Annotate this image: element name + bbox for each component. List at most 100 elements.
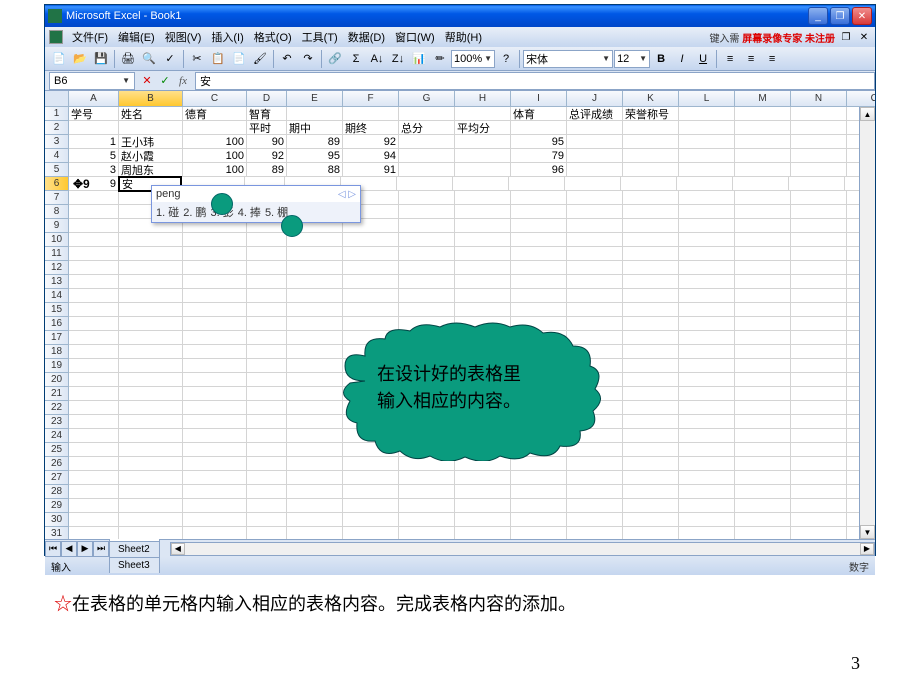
cell[interactable] <box>247 373 287 387</box>
redo-button[interactable]: ↷ <box>298 49 318 69</box>
cell[interactable] <box>623 317 679 331</box>
cell[interactable] <box>247 527 287 539</box>
zoom-combo[interactable]: 100%▼ <box>451 50 495 68</box>
confirm-entry-button[interactable]: ✓ <box>157 73 173 89</box>
cell[interactable] <box>343 527 399 539</box>
doc-close-button[interactable]: ✕ <box>857 30 871 44</box>
cell[interactable] <box>183 331 247 345</box>
cell[interactable] <box>511 485 567 499</box>
cell[interactable] <box>119 359 183 373</box>
cell[interactable] <box>399 191 455 205</box>
cell[interactable] <box>567 513 623 527</box>
cell[interactable] <box>455 135 511 149</box>
help-button[interactable]: ? <box>496 49 516 69</box>
cell[interactable] <box>791 415 847 429</box>
cell[interactable]: 96 <box>511 163 567 177</box>
cell[interactable] <box>679 527 735 539</box>
cell[interactable] <box>69 373 119 387</box>
column-header[interactable]: K <box>623 91 679 107</box>
cell[interactable]: 90 <box>247 135 287 149</box>
cell[interactable] <box>735 317 791 331</box>
cell[interactable] <box>183 527 247 539</box>
cell[interactable] <box>567 191 623 205</box>
cell[interactable] <box>119 471 183 485</box>
cell[interactable] <box>623 485 679 499</box>
cell[interactable] <box>791 247 847 261</box>
column-header[interactable]: G <box>399 91 455 107</box>
cell[interactable] <box>623 373 679 387</box>
row-header[interactable]: 4 <box>45 149 69 163</box>
cell[interactable] <box>735 135 791 149</box>
next-sheet-button[interactable]: ▶ <box>77 541 93 557</box>
cell[interactable] <box>735 331 791 345</box>
fx-button[interactable]: fx <box>175 73 191 89</box>
cell[interactable] <box>509 177 565 191</box>
cell[interactable]: 1 <box>69 135 119 149</box>
cell[interactable] <box>623 121 679 135</box>
cell[interactable] <box>183 429 247 443</box>
cell[interactable] <box>567 163 623 177</box>
doc-restore-button[interactable]: ❐ <box>839 30 853 44</box>
spreadsheet-grid[interactable]: ABCDEFGHIJKLMNO 123456789101112131415161… <box>45 91 875 539</box>
cell[interactable] <box>183 443 247 457</box>
cell[interactable] <box>119 261 183 275</box>
cell[interactable] <box>69 443 119 457</box>
cell[interactable] <box>791 345 847 359</box>
cell[interactable] <box>247 471 287 485</box>
cell[interactable] <box>677 177 733 191</box>
row-header[interactable]: 20 <box>45 373 69 387</box>
cell[interactable] <box>623 513 679 527</box>
cell[interactable] <box>735 121 791 135</box>
cell[interactable] <box>69 233 119 247</box>
column-header[interactable]: I <box>511 91 567 107</box>
cell[interactable] <box>69 387 119 401</box>
cell[interactable] <box>247 233 287 247</box>
cell[interactable]: 3 <box>69 163 119 177</box>
cell[interactable] <box>791 317 847 331</box>
cell[interactable] <box>567 527 623 539</box>
menu-item[interactable]: 编辑(E) <box>113 32 160 44</box>
column-header[interactable]: N <box>791 91 847 107</box>
paste-button[interactable]: 📄 <box>229 49 249 69</box>
cell[interactable] <box>679 303 735 317</box>
cell[interactable] <box>119 415 183 429</box>
row-header[interactable]: 14 <box>45 289 69 303</box>
cell[interactable] <box>183 261 247 275</box>
cell[interactable] <box>69 205 119 219</box>
row-header[interactable]: 12 <box>45 261 69 275</box>
cell[interactable] <box>399 513 455 527</box>
cell[interactable] <box>679 107 735 121</box>
ime-candidate[interactable]: 4. 捧 <box>238 204 261 220</box>
cell[interactable] <box>623 247 679 261</box>
cell[interactable] <box>119 233 183 247</box>
cell[interactable] <box>623 205 679 219</box>
cell[interactable] <box>679 471 735 485</box>
cell[interactable] <box>455 275 511 289</box>
cell[interactable] <box>735 415 791 429</box>
cell[interactable] <box>623 415 679 429</box>
cell[interactable] <box>119 331 183 345</box>
row-header[interactable]: 16 <box>45 317 69 331</box>
cell[interactable] <box>287 107 343 121</box>
cell[interactable]: 95 <box>287 149 343 163</box>
name-box[interactable]: B6▼ <box>49 72 135 90</box>
select-all-corner[interactable] <box>45 91 69 107</box>
fontsize-combo[interactable]: 12▼ <box>614 50 650 68</box>
cell[interactable] <box>399 135 455 149</box>
cell[interactable] <box>791 205 847 219</box>
spellcheck-button[interactable]: ✓ <box>160 49 180 69</box>
cell[interactable] <box>455 289 511 303</box>
cell[interactable] <box>119 485 183 499</box>
cell[interactable] <box>791 331 847 345</box>
cell[interactable] <box>455 247 511 261</box>
cell[interactable] <box>511 121 567 135</box>
cell[interactable] <box>735 513 791 527</box>
row-header[interactable]: 9 <box>45 219 69 233</box>
cell[interactable] <box>69 499 119 513</box>
cell[interactable] <box>69 471 119 485</box>
cell[interactable] <box>247 499 287 513</box>
cancel-entry-button[interactable]: ✕ <box>139 73 155 89</box>
cell[interactable] <box>69 261 119 275</box>
cell[interactable] <box>247 289 287 303</box>
cell[interactable] <box>791 485 847 499</box>
